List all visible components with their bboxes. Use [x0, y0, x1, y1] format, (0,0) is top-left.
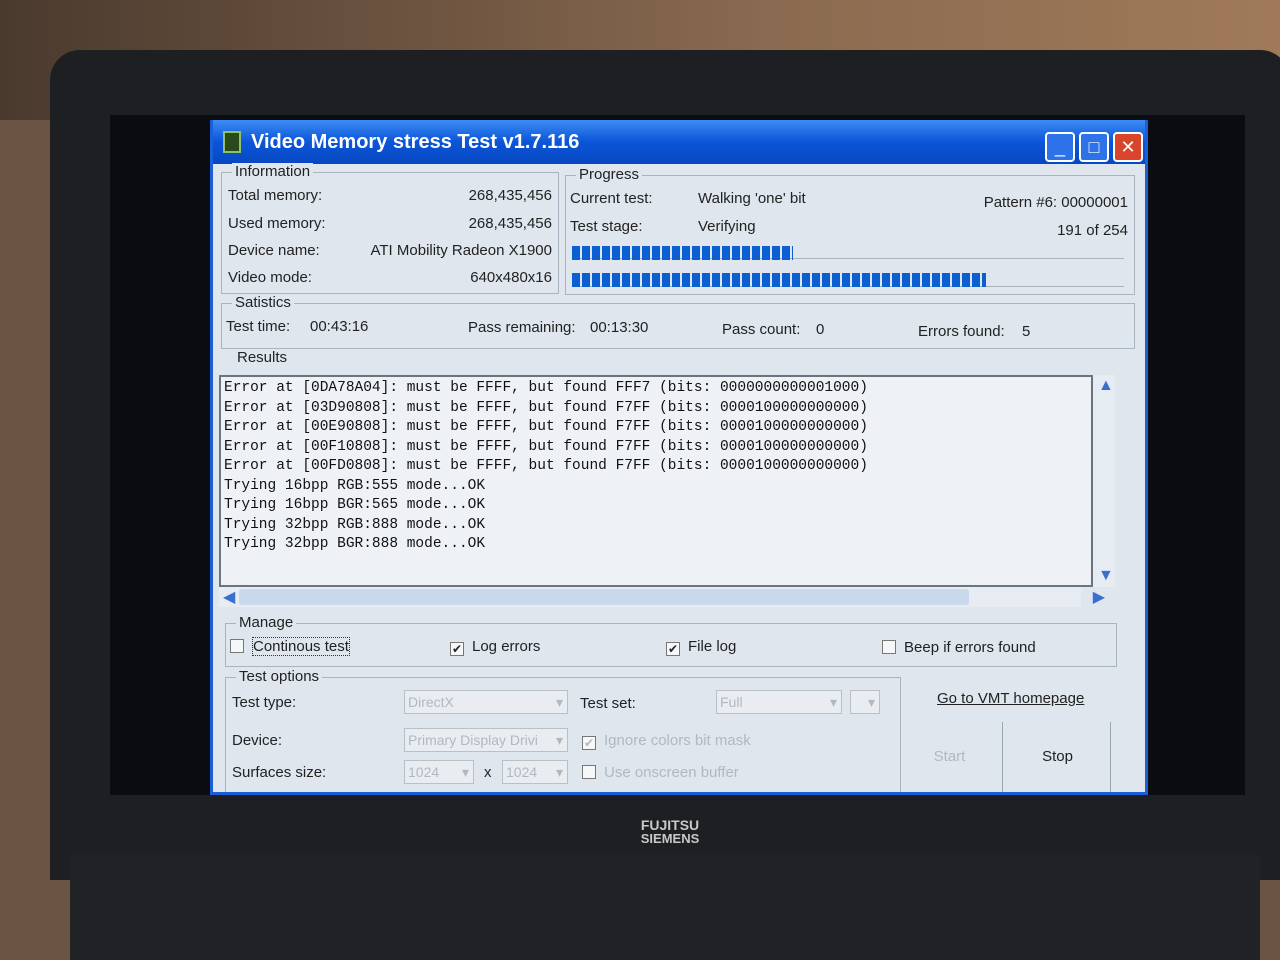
test-set-label: Test set:: [580, 695, 636, 712]
device-name-label: Device name:: [228, 242, 320, 259]
total-memory-value: 268,435,456: [468, 187, 552, 204]
beep-checkbox[interactable]: Beep if errors found: [882, 639, 1036, 656]
device-dropdown[interactable]: Primary Display Drivi: [404, 728, 568, 752]
app-icon: [223, 131, 241, 153]
test-options-group: Test options Test type: DirectX Test set…: [225, 668, 901, 792]
brand-logo: FUJITSU SIEMENS: [640, 817, 700, 846]
window-title: Video Memory stress Test v1.7.116: [251, 130, 580, 153]
information-legend: Information: [232, 163, 314, 180]
manage-legend: Manage: [236, 614, 297, 631]
continuous-test-checkbox[interactable]: Continous test: [230, 637, 350, 656]
statistics-group: Satistics Test time: 00:43:16 Pass remai…: [221, 294, 1135, 349]
start-button[interactable]: Start: [897, 722, 1003, 792]
total-memory-label: Total memory:: [228, 187, 323, 204]
test-stage-label: Test stage:: [570, 218, 643, 235]
device-label: Device:: [232, 732, 283, 749]
log-line: Trying 16bpp BGR:565 mode...OK: [224, 497, 486, 513]
current-test-label: Current test:: [570, 190, 653, 207]
scroll-down-icon[interactable]: ▼: [1098, 567, 1114, 585]
test-options-legend: Test options: [236, 668, 323, 685]
results-legend: Results: [237, 349, 288, 366]
homepage-link[interactable]: Go to VMT homepage: [937, 690, 1084, 707]
scroll-right-icon[interactable]: ▶: [1093, 587, 1105, 607]
log-line: Error at [00FD0808]: must be FFFF, but f…: [224, 458, 868, 474]
log-line: Trying 16bpp RGB:555 mode...OK: [224, 477, 486, 494]
device-name-value: ATI Mobility Radeon X1900: [370, 242, 553, 259]
stop-button[interactable]: Stop: [1005, 722, 1111, 792]
pattern-progress-bar: [572, 246, 793, 260]
results-log[interactable]: Error at [0DA78A04]: must be FFFF, but f…: [219, 375, 1093, 587]
pass-count-value: 0: [816, 321, 825, 338]
information-group: Information Total memory: 268,435,456 Us…: [221, 163, 559, 294]
test-time-label: Test time:: [226, 318, 291, 335]
scroll-up-icon[interactable]: ▲: [1098, 377, 1114, 395]
vertical-scrollbar[interactable]: ▲ ▼: [1093, 375, 1115, 587]
test-type-label: Test type:: [232, 694, 297, 711]
surface-width-dropdown[interactable]: 1024: [404, 760, 474, 784]
file-log-checkbox[interactable]: ✔ File log: [666, 638, 736, 656]
pattern-value: Pattern #6: 00000001: [983, 194, 1128, 211]
stage-progress-bar: [572, 273, 986, 287]
test-type-dropdown[interactable]: DirectX: [404, 690, 568, 714]
pass-remaining-label: Pass remaining:: [468, 319, 576, 336]
log-line: Error at [00E90808]: must be FFFF, but f…: [224, 419, 868, 435]
log-line: Error at [03D90808]: must be FFFF, but f…: [224, 399, 868, 416]
laptop-base: [70, 855, 1260, 960]
scroll-left-icon[interactable]: ◀: [223, 587, 235, 607]
close-button[interactable]: ✕: [1113, 132, 1143, 162]
onscreen-buffer-checkbox[interactable]: Use onscreen buffer: [582, 764, 739, 781]
pass-remaining-value: 00:13:30: [590, 319, 649, 336]
log-errors-checkbox[interactable]: ✔ Log errors: [450, 638, 540, 656]
horizontal-scrollbar[interactable]: ◀ ▶: [219, 587, 1105, 607]
video-mode-value: 640x480x16: [470, 269, 552, 286]
size-separator: x: [484, 764, 492, 781]
vmt-window: Video Memory stress Test v1.7.116 _ □ ✕ …: [210, 120, 1148, 795]
used-memory-value: 268,435,456: [468, 215, 552, 232]
manage-group: Manage Continous test ✔ Log errors ✔ File …: [225, 614, 1117, 667]
surfaces-size-label: Surfaces size:: [232, 764, 327, 781]
refresh-button[interactable]: [850, 690, 880, 714]
progress-group: Progress Current test: Walking 'one' bit…: [565, 166, 1135, 295]
scroll-thumb[interactable]: [239, 589, 969, 605]
test-time-value: 00:43:16: [310, 318, 369, 335]
current-test-value: Walking 'one' bit: [698, 190, 806, 207]
surface-height-dropdown[interactable]: 1024: [502, 760, 568, 784]
statistics-legend: Satistics: [232, 294, 294, 311]
ignore-bitmask-checkbox[interactable]: ✔ Ignore colors bit mask: [582, 732, 751, 750]
progress-count: 191 of 254: [1057, 222, 1128, 239]
test-set-dropdown[interactable]: Full: [716, 690, 842, 714]
progress-legend: Progress: [576, 166, 643, 183]
log-line: Error at [0DA78A04]: must be FFFF, but f…: [224, 380, 868, 396]
pass-count-label: Pass count:: [722, 321, 801, 338]
errors-found-label: Errors found:: [918, 323, 1005, 340]
errors-found-value: 5: [1022, 323, 1031, 340]
log-line: Trying 32bpp BGR:888 mode...OK: [224, 536, 486, 552]
test-stage-value: Verifying: [698, 218, 756, 235]
title-bar[interactable]: Video Memory stress Test v1.7.116: [213, 120, 1145, 164]
maximize-button[interactable]: □: [1079, 132, 1109, 162]
log-line: Trying 32bpp RGB:888 mode...OK: [224, 516, 486, 533]
used-memory-label: Used memory:: [228, 215, 326, 232]
log-line: Error at [00F10808]: must be FFFF, but f…: [224, 438, 868, 455]
minimize-button[interactable]: _: [1045, 132, 1075, 162]
video-mode-label: Video mode:: [228, 269, 312, 286]
